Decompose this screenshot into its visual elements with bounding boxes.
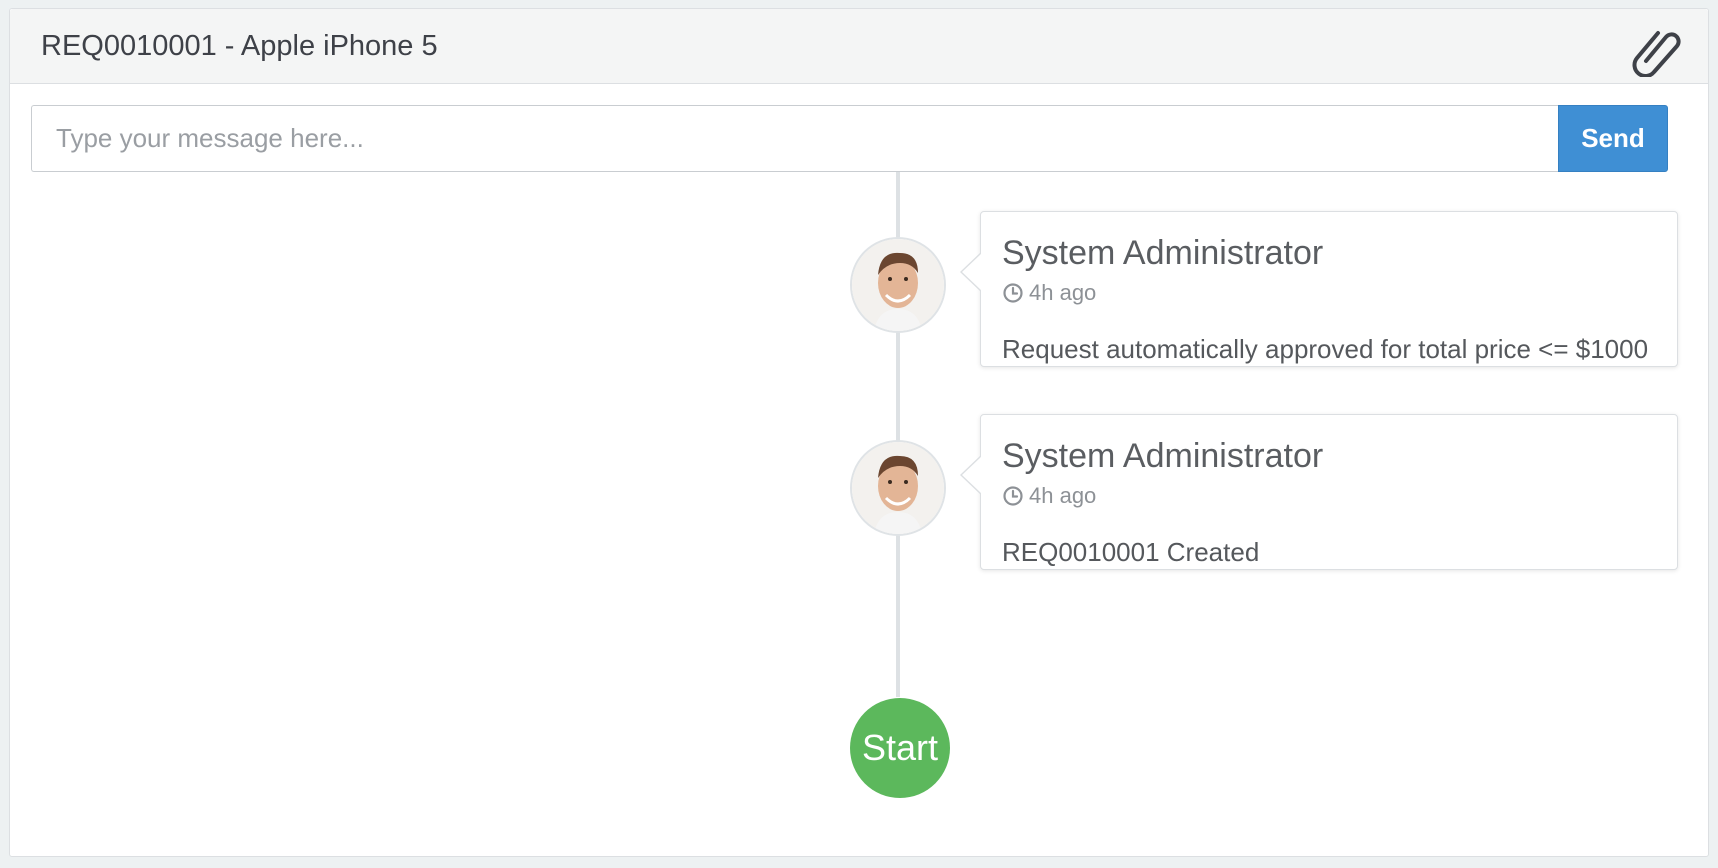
card-timestamp: 4h ago: [1002, 483, 1096, 509]
send-button[interactable]: Send: [1558, 105, 1668, 172]
card-body: REQ0010001 Created: [1002, 537, 1260, 567]
card-author: System Administrator: [1002, 437, 1324, 475]
panel-title: REQ0010001 - Apple iPhone 5: [41, 30, 438, 62]
panel-header: REQ0010001 - Apple iPhone 5: [10, 9, 1708, 84]
paperclip-icon[interactable]: [1630, 23, 1684, 78]
clock-icon: [1002, 282, 1024, 304]
card-author: System Administrator: [1002, 234, 1324, 272]
message-input[interactable]: [31, 105, 1559, 172]
card-time-label: 4h ago: [1029, 280, 1097, 305]
timeline-card: System Administrator 4h ago REQ0010001 C…: [960, 414, 1678, 570]
card-timestamp: 4h ago: [1002, 280, 1096, 306]
timeline-start-badge: Start: [850, 698, 950, 798]
timeline-card: System Administrator 4h ago Request auto…: [960, 211, 1678, 367]
clock-icon: [1002, 485, 1024, 507]
card-body: Request automatically approved for total…: [1002, 334, 1649, 364]
user-avatar: [850, 237, 946, 333]
message-composer: Send: [31, 105, 1668, 172]
card-time-label: 4h ago: [1029, 483, 1097, 508]
user-avatar: [850, 440, 946, 536]
